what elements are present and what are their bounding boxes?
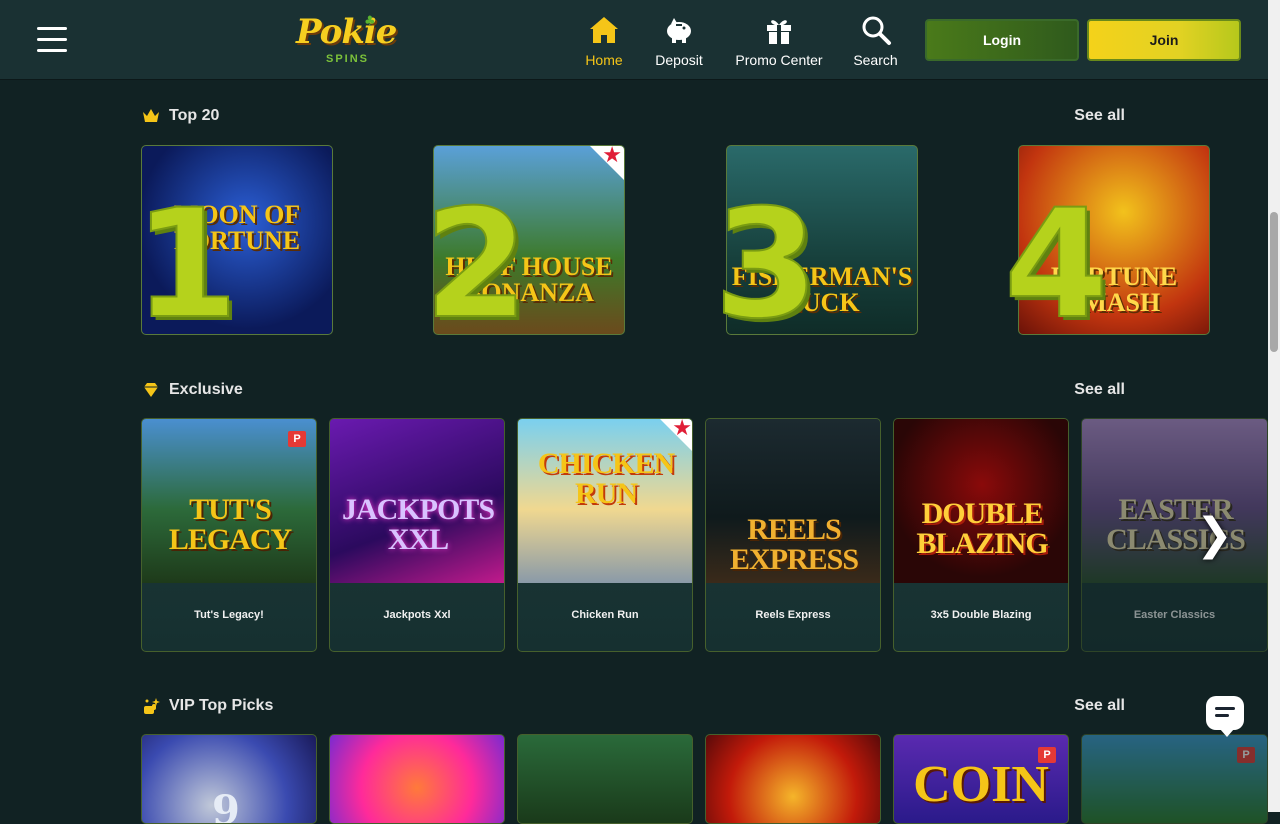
rank-number: 1	[133, 178, 239, 352]
game-name: Easter Classics	[1133, 609, 1216, 621]
menu-icon[interactable]	[37, 27, 67, 53]
rank-number: 2	[423, 178, 529, 352]
clover-icon: ♣	[364, 14, 376, 29]
rank-number: 4	[1003, 178, 1109, 352]
game-thumbnail: TUT'S LEGACY P	[142, 419, 316, 583]
game-card-vip-2[interactable]	[329, 734, 505, 824]
nav-deposit-label: Deposit	[655, 52, 703, 68]
nav-search-label: Search	[853, 52, 898, 68]
search-icon	[862, 16, 891, 45]
exclusive-see-all-link[interactable]: See all	[1074, 381, 1125, 399]
top20-title: Top 20	[169, 107, 220, 124]
rank-number: 3	[713, 178, 819, 352]
login-button[interactable]: Login	[925, 19, 1079, 61]
crown-icon	[143, 109, 159, 122]
nav-home-label: Home	[585, 52, 623, 68]
game-card-vip-3[interactable]	[517, 734, 693, 824]
nav-search[interactable]: Search	[853, 14, 898, 70]
scrollbar-thumb[interactable]	[1270, 212, 1278, 352]
pokie-spins-logo[interactable]: Pokie ♣ SPINS	[296, 14, 397, 68]
vip-section-header: VIP Top Picks See all	[141, 694, 1125, 718]
game-card-double-blazing[interactable]: DOUBLE BLAZING 3x5 Double Blazing	[893, 418, 1069, 652]
game-card-vip-6[interactable]: P	[1081, 734, 1268, 824]
piggy-bank-icon	[667, 18, 691, 43]
game-name: Reels Express	[755, 609, 831, 621]
gift-icon	[767, 20, 791, 44]
game-card-vip-1[interactable]: 9	[141, 734, 317, 824]
game-thumbnail: EASTER CLASSICS	[1082, 419, 1267, 583]
vip-see-all-link[interactable]: See all	[1074, 697, 1125, 715]
top-header: Pokie ♣ SPINS Home Deposit Promo Center …	[0, 0, 1268, 80]
live-chat-icon[interactable]	[1206, 696, 1244, 737]
game-card-vip-5[interactable]: P COIN	[893, 734, 1069, 824]
game-thumbnail: JACKPOTS XXL	[330, 419, 504, 583]
nav-home[interactable]: Home	[584, 14, 624, 70]
game-art-title: TUT'S LEGACY	[168, 493, 292, 556]
nav-promo-center-label: Promo Center	[735, 52, 823, 68]
vip-title: VIP Top Picks	[169, 697, 274, 714]
game-art-title: CHICKEN RUN	[537, 447, 675, 510]
game-name: Chicken Run	[571, 609, 639, 621]
game-card-vip-4[interactable]	[705, 734, 881, 824]
exclusive-title: Exclusive	[169, 381, 243, 398]
diamond-icon	[144, 383, 158, 397]
game-art-title: DOUBLE BLAZING	[916, 497, 1048, 560]
nav-promo-center[interactable]: Promo Center	[735, 14, 823, 70]
join-button[interactable]: Join	[1087, 19, 1241, 61]
page-scrollbar[interactable]	[1268, 0, 1280, 812]
star-icon: ★	[672, 419, 692, 441]
game-thumbnail: REELS EXPRESS	[706, 419, 880, 583]
game-thumbnail: DOUBLE BLAZING	[894, 419, 1068, 583]
game-name: 3x5 Double Blazing	[930, 609, 1032, 621]
nav-deposit[interactable]: Deposit	[654, 14, 704, 70]
top20-section-header: Top 20 See all	[141, 104, 1125, 128]
game-art-title: 9	[212, 787, 240, 824]
game-thumbnail: CHICKEN RUN ★	[518, 419, 692, 583]
game-card-reels-express[interactable]: REELS EXPRESS Reels Express	[705, 418, 881, 652]
game-card-easter-classics[interactable]: EASTER CLASSICS Easter Classics	[1081, 418, 1268, 652]
provider-badge: P	[1237, 747, 1255, 763]
game-card-jackpots-xxl[interactable]: JACKPOTS XXL Jackpots Xxl	[329, 418, 505, 652]
game-art-title: JACKPOTS XXL	[341, 493, 495, 556]
top20-see-all-link[interactable]: See all	[1074, 107, 1125, 125]
sparkle-hand-icon	[144, 698, 160, 714]
game-name: Tut's Legacy!	[194, 609, 264, 621]
game-card-tuts-legacy[interactable]: TUT'S LEGACY P Tut's Legacy!	[141, 418, 317, 652]
game-card-chicken-run[interactable]: CHICKEN RUN ★ Chicken Run	[517, 418, 693, 652]
game-name: Jackpots Xxl	[383, 609, 451, 621]
home-icon	[590, 17, 618, 43]
game-art-title: REELS EXPRESS	[729, 513, 859, 576]
exclusive-section-header: Exclusive See all	[141, 378, 1125, 402]
game-art-title: COIN	[913, 756, 1049, 813]
game-art-title: EASTER CLASSICS	[1106, 493, 1246, 556]
star-icon: ★	[602, 145, 622, 168]
provider-badge: P	[288, 431, 306, 447]
carousel-next-arrow[interactable]: ❯	[1196, 508, 1233, 562]
